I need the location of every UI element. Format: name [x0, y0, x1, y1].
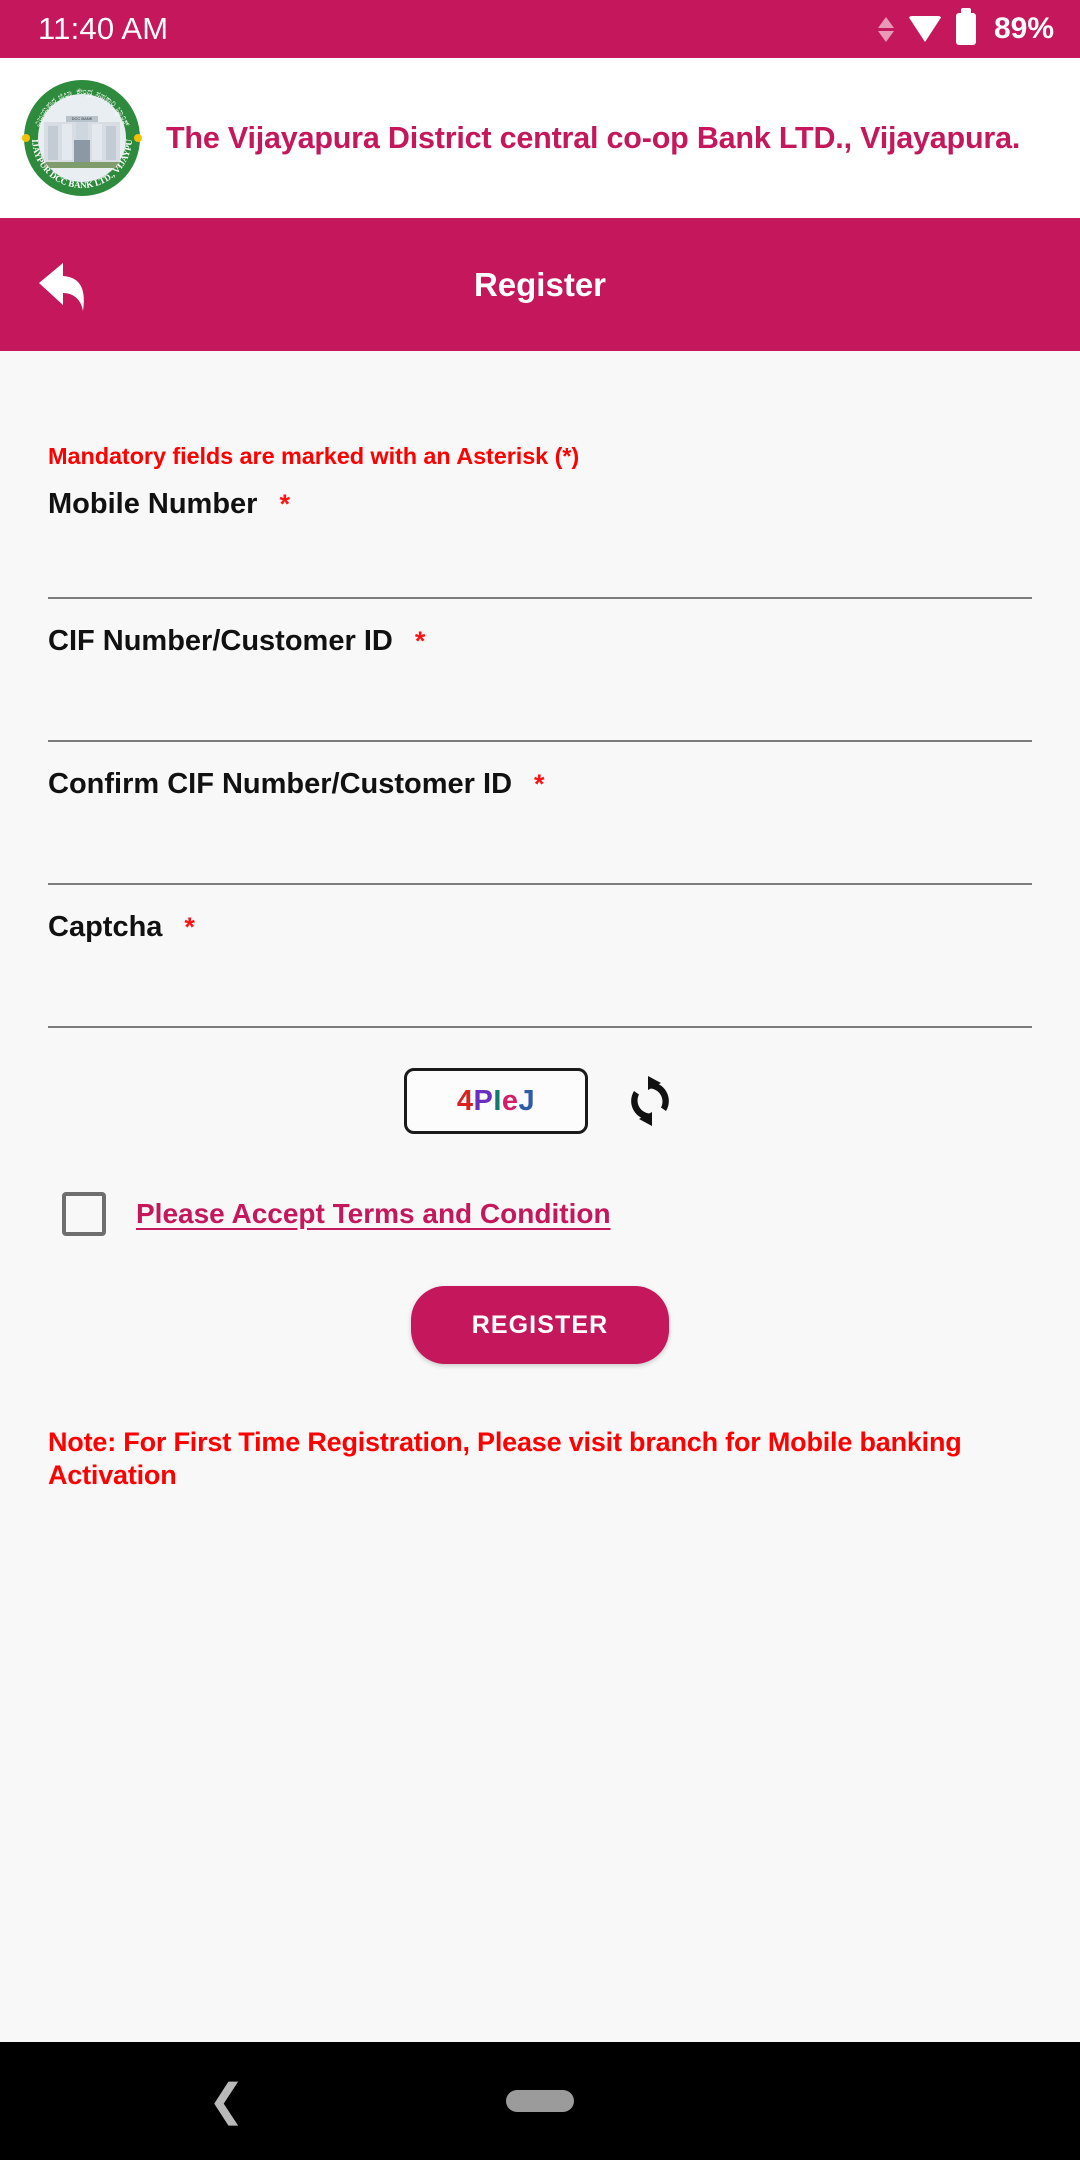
required-asterisk: *	[279, 489, 290, 519]
captcha-char: I	[493, 1084, 502, 1117]
terms-and-conditions-link[interactable]: Please Accept Terms and Condition	[136, 1198, 611, 1230]
register-form: Mandatory fields are marked with an Aste…	[0, 443, 1080, 1492]
required-asterisk: *	[184, 912, 195, 942]
cif-number-input[interactable]	[48, 658, 1032, 740]
label-captcha: Captcha	[48, 911, 163, 943]
captcha-code: 4PIeJ	[457, 1085, 535, 1118]
captcha-input[interactable]	[48, 944, 1032, 1026]
label-cif-number: CIF Number/Customer ID	[48, 625, 393, 657]
field-captcha: Captcha *	[48, 911, 1032, 1028]
bank-title: The Vijayapura District central co-op Ba…	[166, 120, 1021, 155]
battery-percent: 89%	[993, 12, 1054, 45]
captcha-image-box: 4PIeJ	[404, 1068, 588, 1134]
battery-icon	[955, 8, 976, 45]
nav-back-icon[interactable]: ❮	[208, 2079, 245, 2123]
status-bar: 11:40 AM 89%	[0, 0, 1080, 58]
data-transfer-icon	[877, 16, 894, 42]
status-indicators: 89%	[877, 8, 1054, 46]
label-mobile-number: Mobile Number	[48, 488, 258, 520]
terms-checkbox[interactable]	[62, 1192, 106, 1236]
captcha-char: e	[501, 1084, 519, 1117]
app-screen: 11:40 AM 89% DCC BANK ವಿಜಯಪುರ ಜಿಲ್ಲಾ ಕೇಂ…	[0, 0, 1080, 2160]
field-confirm-cif-number: Confirm CIF Number/Customer ID *	[48, 768, 1032, 885]
wifi-icon	[907, 16, 942, 42]
mobile-number-input[interactable]	[48, 521, 1032, 597]
label-confirm-cif-number: Confirm CIF Number/Customer ID	[48, 768, 513, 800]
nav-home-pill[interactable]	[506, 2090, 574, 2112]
captcha-char: J	[518, 1084, 536, 1117]
captcha-row: 4PIeJ	[48, 1068, 1032, 1134]
confirm-cif-number-input[interactable]	[48, 801, 1032, 883]
register-button[interactable]: REGISTER	[411, 1286, 669, 1364]
page-title: Register	[473, 265, 607, 303]
refresh-icon[interactable]	[624, 1075, 676, 1127]
field-mobile-number: Mobile Number *	[48, 488, 1032, 599]
system-nav-bar: ❮	[0, 2042, 1080, 2160]
bank-logo: DCC BANK ವಿಜಯಪುರ ಜಿಲ್ಲಾ ಕೇಂದ್ರ ಸಹಕಾರಿ ಬ್…	[22, 78, 142, 198]
captcha-char: 4	[456, 1084, 474, 1117]
registration-note: Note: For First Time Registration, Pleas…	[48, 1427, 962, 1490]
terms-row: Please Accept Terms and Condition	[48, 1192, 1032, 1236]
register-button-wrap: REGISTER	[48, 1286, 1032, 1364]
status-clock: 11:40 AM	[38, 11, 169, 46]
mandatory-note: Mandatory fields are marked with an Aste…	[48, 443, 580, 469]
bank-header: DCC BANK ವಿಜಯಪುರ ಜಿಲ್ಲಾ ಕೇಂದ್ರ ಸಹಕಾರಿ ಬ್…	[0, 58, 1080, 218]
app-bar: Register	[0, 218, 1080, 351]
required-asterisk: *	[534, 769, 545, 799]
field-cif-number: CIF Number/Customer ID *	[48, 625, 1032, 742]
captcha-char: P	[473, 1084, 494, 1117]
required-asterisk: *	[414, 626, 426, 656]
svg-text:DCC BANK: DCC BANK	[72, 116, 93, 121]
